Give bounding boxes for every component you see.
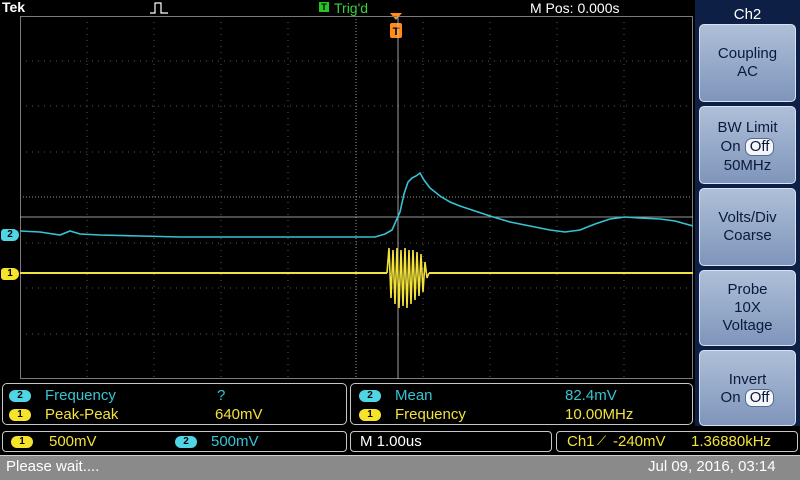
measurement-value: 640mV xyxy=(215,406,263,423)
bw-limit-frequency: 50MHz xyxy=(723,157,772,174)
measurement-row: 2 Mean 82.4mV xyxy=(359,387,689,405)
channel-badge: 2 xyxy=(359,390,381,403)
bw-limit-on-option: On xyxy=(720,138,741,155)
volts-div-label: Volts/Div xyxy=(718,209,777,226)
graticule-center-axes xyxy=(20,16,693,379)
probe-label: Probe xyxy=(727,281,768,298)
channel-badge: 1 xyxy=(9,409,31,422)
side-menu-title: Ch2 xyxy=(733,6,762,23)
status-bar: Please wait.... Jul 09, 2016, 03:14 xyxy=(0,455,800,480)
measurement-row: 1 Frequency 10.00MHz xyxy=(359,406,689,424)
bw-limit-button[interactable]: BW Limit On Off 50MHz xyxy=(699,106,796,184)
trigger-status-icon: T xyxy=(319,2,329,12)
measurement-value: ? xyxy=(217,387,226,404)
ch1-scale: 500mV xyxy=(49,433,97,450)
coupling-value: AC xyxy=(737,63,758,80)
status-datetime: Jul 09, 2016, 03:14 xyxy=(648,458,776,475)
vertical-scale-panel[interactable]: 1 500mV 2 500mV xyxy=(2,431,347,452)
trigger-status: Trig'd xyxy=(334,0,369,16)
ch2-badge: 2 xyxy=(175,436,197,448)
rising-edge-icon: ⟋ xyxy=(597,433,607,448)
channel-badge: 1 xyxy=(359,409,381,422)
ch1-badge: 1 xyxy=(11,436,33,448)
timebase-value: M 1.00us xyxy=(360,433,422,450)
trigger-level: -240mV xyxy=(613,433,666,450)
top-status-bar: Tek T Trig'd M Pos: 0.000s xyxy=(0,0,695,16)
ch2-scale: 500mV xyxy=(211,433,259,450)
invert-on-option: On xyxy=(720,389,741,406)
trigger-frequency: 1.36880kHz xyxy=(691,433,772,450)
invert-button[interactable]: Invert On Off xyxy=(699,350,796,426)
ch2-ground-marker[interactable]: 2 xyxy=(1,229,19,241)
bw-limit-off-option: Off xyxy=(744,138,775,156)
acquisition-pulse-icon xyxy=(150,2,168,14)
probe-type: Voltage xyxy=(722,317,773,334)
probe-button[interactable]: Probe 10X Voltage xyxy=(699,270,796,346)
measurement-name: Frequency xyxy=(45,387,116,404)
measurement-row: 2 Frequency ? xyxy=(9,387,345,405)
measurement-name: Frequency xyxy=(395,406,466,423)
volts-div-button[interactable]: Volts/Div Coarse xyxy=(699,188,796,266)
volts-div-value: Coarse xyxy=(723,227,772,244)
measurement-value: 10.00MHz xyxy=(565,406,634,423)
status-message: Please wait.... xyxy=(6,458,100,475)
invert-label: Invert xyxy=(728,371,767,388)
measurement-value: 82.4mV xyxy=(565,387,617,404)
measurement-name: Mean xyxy=(395,387,433,404)
ch1-ground-marker[interactable]: 1 xyxy=(1,268,19,280)
horizontal-position: M Pos: 0.000s xyxy=(530,0,620,16)
channel-badge: 2 xyxy=(9,390,31,403)
probe-attenuation: 10X xyxy=(734,299,761,316)
brand-logo: Tek xyxy=(2,0,26,15)
timebase-panel[interactable]: M 1.00us xyxy=(350,431,552,452)
trigger-source: Ch1 xyxy=(567,433,595,450)
measurement-panel-left[interactable]: 2 Frequency ? 1 Peak-Peak 640mV xyxy=(2,383,347,425)
measurement-name: Peak-Peak xyxy=(45,406,119,423)
bw-limit-label: BW Limit xyxy=(717,119,778,136)
measurement-row: 1 Peak-Peak 640mV xyxy=(9,406,345,424)
coupling-button[interactable]: Coupling AC xyxy=(699,24,796,102)
coupling-label: Coupling xyxy=(717,45,778,62)
invert-off-option: Off xyxy=(744,389,775,407)
trigger-panel[interactable]: Ch1 ⟋ -240mV 1.36880kHz xyxy=(556,431,798,452)
waveform-display xyxy=(20,16,693,379)
measurement-panel-right[interactable]: 2 Mean 82.4mV 1 Frequency 10.00MHz xyxy=(350,383,693,425)
